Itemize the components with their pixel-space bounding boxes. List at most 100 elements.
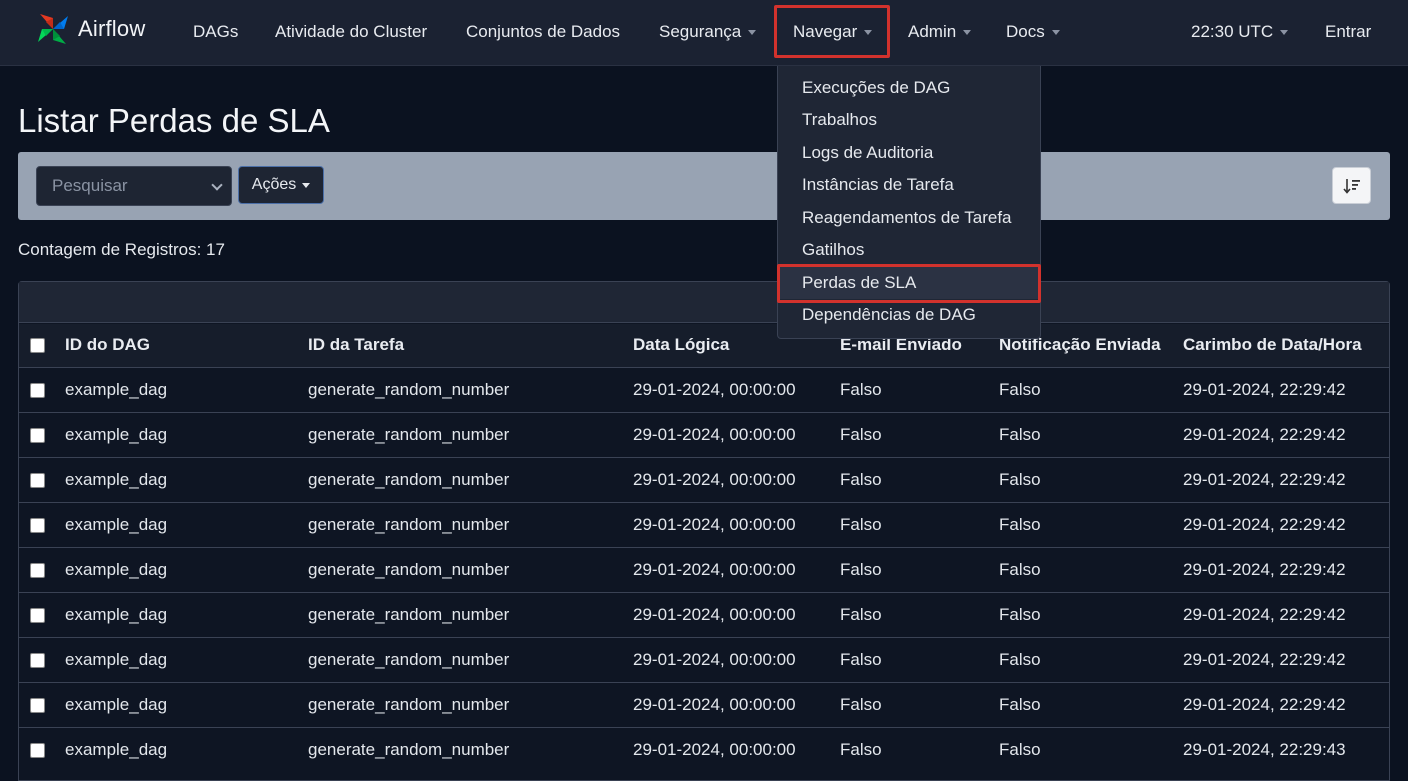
menu-item-label: Instâncias de Tarefa [802, 175, 954, 194]
cell-timestamp: 29-01-2024, 22:29:42 [1183, 591, 1389, 637]
sla-miss-list-panel: ID do DAG ID da Tarefa Data Lógica E-mai… [18, 281, 1390, 781]
cell-email-sent: Falso [840, 726, 999, 772]
row-checkbox[interactable] [30, 472, 45, 488]
nav-cluster-activity[interactable]: Atividade do Cluster [275, 0, 427, 64]
cell-timestamp: 29-01-2024, 22:29:42 [1183, 546, 1389, 592]
cell-notification-sent: Falso [999, 546, 1183, 592]
cell-timestamp: 29-01-2024, 22:29:42 [1183, 681, 1389, 727]
search-select[interactable]: Pesquisar [36, 166, 232, 206]
cell-timestamp: 29-01-2024, 22:29:42 [1183, 456, 1389, 502]
nav-timezone[interactable]: 22:30 UTC [1191, 0, 1289, 64]
menu-item-label: Trabalhos [802, 110, 877, 129]
row-select-cell [19, 501, 65, 547]
row-checkbox[interactable] [30, 427, 45, 443]
cell-dag-id[interactable]: example_dag [65, 501, 308, 547]
row-checkbox[interactable] [30, 517, 45, 533]
nav-docs[interactable]: Docs [1006, 0, 1060, 64]
cell-logical-date: 29-01-2024, 00:00:00 [633, 456, 840, 502]
caret-down-icon [1051, 29, 1060, 35]
chevron-down-icon [211, 179, 223, 191]
menu-item-task-reschedules[interactable]: Reagendamentos de Tarefa [778, 202, 1040, 234]
cell-email-sent: Falso [840, 501, 999, 547]
nav-datasets[interactable]: Conjuntos de Dados [466, 0, 620, 64]
sort-button[interactable] [1332, 167, 1371, 204]
cell-notification-sent: Falso [999, 366, 1183, 412]
nav-login[interactable]: Entrar [1325, 0, 1371, 64]
row-checkbox[interactable] [30, 607, 45, 623]
cell-notification-sent: Falso [999, 501, 1183, 547]
row-select-cell [19, 411, 65, 457]
caret-down-icon [748, 29, 757, 35]
menu-item-dag-runs[interactable]: Execuções de DAG [778, 72, 1040, 104]
row-select-cell [19, 546, 65, 592]
select-all-checkbox[interactable] [30, 338, 45, 354]
col-header-dag-id[interactable]: ID do DAG [65, 324, 308, 368]
panel-header [19, 282, 1389, 323]
menu-item-triggers[interactable]: Gatilhos [778, 234, 1040, 266]
row-checkbox[interactable] [30, 697, 45, 713]
navbar: Airflow DAGs Atividade do Cluster Conjun… [0, 0, 1408, 66]
menu-item-audit-logs[interactable]: Logs de Auditoria [778, 137, 1040, 169]
cell-dag-id[interactable]: example_dag [65, 591, 308, 637]
nav-dags[interactable]: DAGs [193, 0, 238, 64]
cell-dag-id[interactable]: example_dag [65, 456, 308, 502]
row-checkbox[interactable] [30, 742, 45, 758]
table-row: example_dag generate_random_number 29-01-2… [19, 591, 1389, 637]
nav-security-label: Segurança [659, 22, 742, 41]
row-select-cell [19, 456, 65, 502]
actions-label: Ações [251, 176, 297, 193]
cell-dag-id[interactable]: example_dag [65, 366, 308, 412]
brand-name: Airflow [78, 16, 146, 41]
cell-logical-date: 29-01-2024, 00:00:00 [633, 546, 840, 592]
menu-item-jobs[interactable]: Trabalhos [778, 104, 1040, 136]
cell-timestamp: 29-01-2024, 22:29:42 [1183, 366, 1389, 412]
nav-security[interactable]: Segurança [659, 0, 757, 64]
nav-timezone-label: 22:30 UTC [1191, 22, 1274, 41]
menu-item-label: Reagendamentos de Tarefa [802, 208, 1012, 227]
cell-task-id: generate_random_number [308, 456, 633, 502]
cell-dag-id[interactable]: example_dag [65, 546, 308, 592]
cell-logical-date: 29-01-2024, 00:00:00 [633, 411, 840, 457]
nav-admin[interactable]: Admin [908, 0, 972, 64]
cell-timestamp: 29-01-2024, 22:29:42 [1183, 501, 1389, 547]
cell-dag-id[interactable]: example_dag [65, 636, 308, 682]
nav-cluster-activity-label: Atividade do Cluster [275, 22, 428, 41]
cell-dag-id[interactable]: example_dag [65, 411, 308, 457]
row-select-cell [19, 636, 65, 682]
table-row: example_dag generate_random_number 29-01-2… [19, 411, 1389, 457]
cell-dag-id[interactable]: example_dag [65, 726, 308, 772]
cell-logical-date: 29-01-2024, 00:00:00 [633, 591, 840, 637]
cell-task-id: generate_random_number [308, 726, 633, 772]
col-header-task-id[interactable]: ID da Tarefa [308, 324, 633, 368]
col-header-timestamp[interactable]: Carimbo de Data/Hora [1183, 324, 1389, 368]
cell-task-id: generate_random_number [308, 591, 633, 637]
brand-link[interactable]: Airflow [32, 7, 145, 51]
menu-item-label: Execuções de DAG [802, 78, 951, 97]
table-row: example_dag generate_random_number 29-01-2… [19, 726, 1389, 772]
cell-dag-id[interactable]: example_dag [65, 681, 308, 727]
cell-notification-sent: Falso [999, 726, 1183, 772]
table-body: example_dag generate_random_number 29-01-2… [19, 366, 1389, 772]
menu-item-label: Dependências de DAG [802, 305, 976, 324]
nav-dags-label: DAGs [193, 22, 239, 41]
menu-item-task-instances[interactable]: Instâncias de Tarefa [778, 169, 1040, 201]
cell-notification-sent: Falso [999, 456, 1183, 502]
caret-down-icon [302, 182, 311, 188]
airflow-logo-icon [38, 14, 68, 44]
row-select-cell [19, 366, 65, 412]
cell-notification-sent: Falso [999, 591, 1183, 637]
cell-task-id: generate_random_number [308, 546, 633, 592]
menu-item-label: Gatilhos [802, 240, 865, 259]
cell-timestamp: 29-01-2024, 22:29:42 [1183, 411, 1389, 457]
actions-button[interactable]: Ações [238, 166, 324, 204]
table-row: example_dag generate_random_number 29-01-2… [19, 501, 1389, 547]
cell-task-id: generate_random_number [308, 411, 633, 457]
select-all-cell [19, 324, 65, 368]
row-checkbox[interactable] [30, 562, 45, 578]
row-checkbox[interactable] [30, 652, 45, 668]
row-checkbox[interactable] [30, 382, 45, 398]
table-row: example_dag generate_random_number 29-01-2… [19, 366, 1389, 412]
page-title: Listar Perdas de SLA [18, 102, 330, 139]
row-select-cell [19, 681, 65, 727]
menu-item-dag-dependencies[interactable]: Dependências de DAG [778, 299, 1040, 331]
